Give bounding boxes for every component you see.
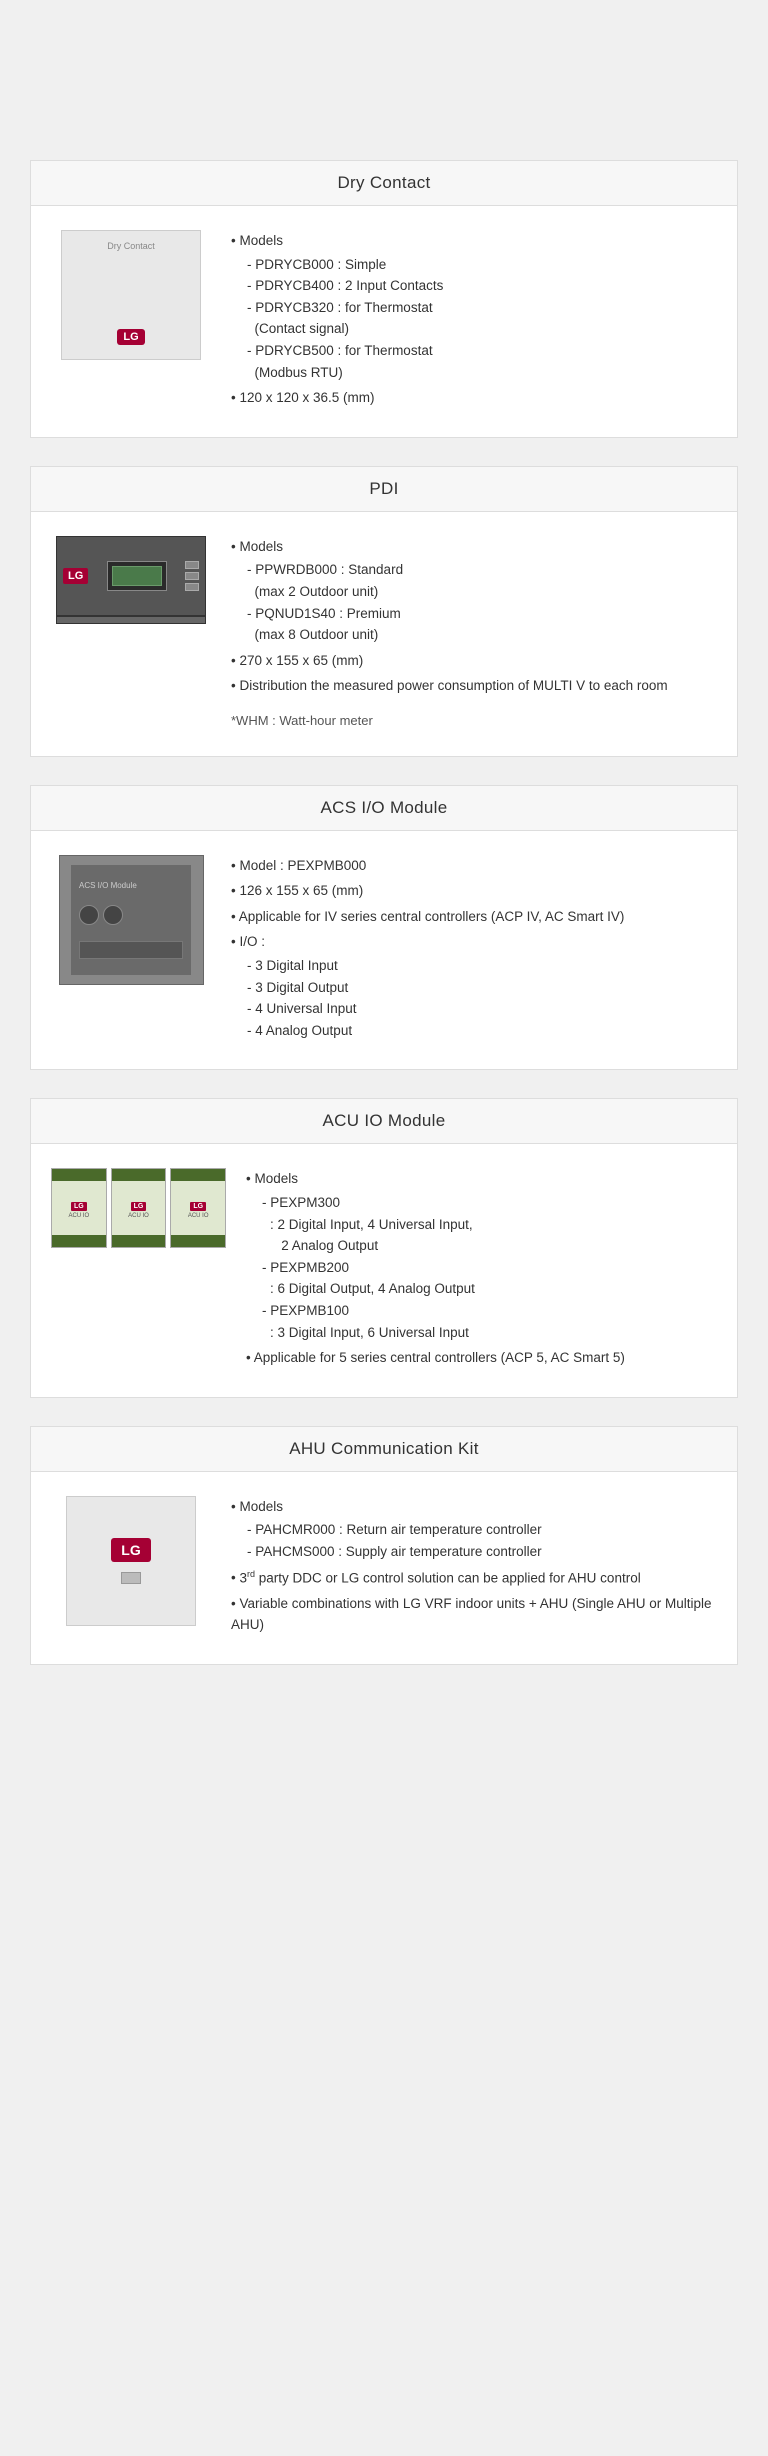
acu-model-2-desc: : 6 Digital Output, 4 Analog Output [262, 1278, 717, 1300]
pdi-btn-2 [185, 572, 199, 580]
acu-io-module-card: ACU IO Module LG ACU IO LG ACU IO [30, 1098, 738, 1397]
acu-top-3 [171, 1169, 225, 1181]
acs-circle-2 [103, 905, 123, 925]
pdi-title-text: PDI [369, 479, 398, 498]
acs-io-content: Model : PEXPMB000 126 x 155 x 65 (mm) Ap… [231, 855, 717, 1046]
ahu-lg-logo: LG [111, 1538, 150, 1562]
acs-io-title: ACS I/O Module [31, 786, 737, 831]
dry-contact-image: LG [51, 230, 211, 413]
acs-io-module-card: ACS I/O Module ACS I/O Module Model : PE… [30, 785, 738, 1071]
dry-contact-title: Dry Contact [31, 161, 737, 206]
dc-model-2: PDRYCB400 : 2 Input Contacts [247, 275, 717, 297]
acu-model-3: PEXPMB100 [262, 1300, 717, 1322]
acs-io-do: 3 Digital Output [247, 977, 717, 999]
acu-model-1-desc: : 2 Digital Input, 4 Universal Input, 2 … [262, 1214, 717, 1257]
pdi-buttons [185, 561, 199, 591]
acs-circles [79, 905, 123, 925]
pdi-btn-1 [185, 561, 199, 569]
acs-inner: ACS I/O Module [71, 865, 191, 975]
dc-model-3: PDRYCB320 : for Thermostat (Contact sign… [247, 297, 717, 340]
acu-bullet-applicable: Applicable for 5 series central controll… [246, 1347, 717, 1369]
pdi-content: Models PPWRDB000 : Standard (max 2 Outdo… [231, 536, 717, 732]
acs-io-di: 3 Digital Input [247, 955, 717, 977]
acu-lg-3: LG [190, 1202, 206, 1211]
pdi-models-label: Models [239, 539, 283, 554]
acu-io-image: LG ACU IO LG ACU IO LG ACU IO [51, 1168, 226, 1372]
ahu-model-1: PAHCMR000 : Return air temperature contr… [247, 1519, 717, 1541]
dry-contact-device-img: LG [61, 230, 201, 360]
pdi-bullet-size: 270 x 155 x 65 (mm) [231, 650, 717, 672]
ahu-bullet-variable: Variable combinations with LG VRF indoor… [231, 1593, 717, 1636]
dry-contact-content: Models PDRYCB000 : Simple PDRYCB400 : 2 … [231, 230, 717, 413]
acu-top-2 [112, 1169, 166, 1181]
ahu-bullet-models: Models PAHCMR000 : Return air temperatur… [231, 1496, 717, 1563]
acu-label-2: ACU IO [128, 1213, 149, 1219]
ahu-comm-kit-card: AHU Communication Kit LG Models PAHCMR00… [30, 1426, 738, 1665]
ahu-comm-kit-title-text: AHU Communication Kit [289, 1439, 479, 1458]
ahu-bullet-ddc: 3rd party DDC or LG control solution can… [231, 1567, 717, 1589]
acu-bottom-1 [52, 1235, 106, 1247]
dc-model-1: PDRYCB000 : Simple [247, 254, 717, 276]
ahu-comm-kit-content: Models PAHCMR000 : Return air temperatur… [231, 1496, 717, 1640]
acs-bullet-model: Model : PEXPMB000 [231, 855, 717, 877]
ahu-model-2: PAHCMS000 : Supply air temperature contr… [247, 1541, 717, 1563]
dc-model-4: PDRYCB500 : for Thermostat (Modbus RTU) [247, 340, 717, 383]
pdi-card: PDI LG [30, 466, 738, 757]
acs-label: ACS I/O Module [79, 881, 137, 890]
pdi-note: *WHM : Watt-hour meter [231, 711, 717, 732]
dc-bullet-size: 120 x 120 x 36.5 (mm) [231, 387, 717, 409]
pdi-model-1: PPWRDB000 : Standard (max 2 Outdoor unit… [247, 559, 717, 602]
acu-device-img: LG ACU IO LG ACU IO LG ACU IO [51, 1168, 226, 1258]
acu-bottom-3 [171, 1235, 225, 1247]
pdi-btn-3 [185, 583, 199, 591]
pdi-title: PDI [31, 467, 737, 512]
pdi-model-2: PQNUD1S40 : Premium (max 8 Outdoor unit) [247, 603, 717, 646]
acu-unit-3: LG ACU IO [170, 1168, 226, 1248]
ahu-comm-kit-image: LG [51, 1496, 211, 1640]
pdi-lg-logo: LG [63, 568, 88, 584]
acu-models-label: Models [254, 1171, 298, 1186]
dc-models-label: Models [239, 233, 283, 248]
acu-lg-1: LG [71, 1202, 87, 1211]
acs-io-ui: 4 Universal Input [247, 998, 717, 1020]
acu-io-title: ACU IO Module [31, 1099, 737, 1144]
pdi-device-img: LG [56, 536, 206, 616]
acs-bullet-applicable: Applicable for IV series central control… [231, 906, 717, 928]
ahu-device-img: LG [66, 1496, 196, 1626]
acs-bullet-size: 126 x 155 x 65 (mm) [231, 880, 717, 902]
acs-bullet-io: I/O : 3 Digital Input 3 Digital Output 4… [231, 931, 717, 1041]
acs-device-img: ACS I/O Module [59, 855, 204, 985]
ahu-models-label: Models [239, 1499, 283, 1514]
acu-unit-1: LG ACU IO [51, 1168, 107, 1248]
dc-bullet-models: Models PDRYCB000 : Simple PDRYCB400 : 2 … [231, 230, 717, 383]
acs-io-image: ACS I/O Module [51, 855, 211, 1046]
acs-bar [79, 941, 183, 959]
pdi-base [56, 616, 206, 624]
pdi-bullet-distribution: Distribution the measured power consumpt… [231, 675, 717, 697]
acs-io-title-text: ACS I/O Module [320, 798, 447, 817]
pdi-image: LG [51, 536, 211, 732]
acu-label-3: ACU IO [188, 1213, 209, 1219]
ahu-port [121, 1572, 141, 1584]
pdi-screen [107, 561, 167, 591]
acu-top-1 [52, 1169, 106, 1181]
acu-io-content: Models PEXPM300 : 2 Digital Input, 4 Uni… [246, 1168, 717, 1372]
acs-io-ao: 4 Analog Output [247, 1020, 717, 1042]
dry-contact-title-text: Dry Contact [337, 173, 430, 192]
acu-model-2: PEXPMB200 [262, 1257, 717, 1279]
acu-unit-2: LG ACU IO [111, 1168, 167, 1248]
acu-io-title-text: ACU IO Module [323, 1111, 446, 1130]
acu-model-1: PEXPM300 [262, 1192, 717, 1214]
acu-lg-2: LG [131, 1202, 147, 1211]
acu-label-1: ACU IO [69, 1213, 90, 1219]
pdi-bullet-models: Models PPWRDB000 : Standard (max 2 Outdo… [231, 536, 717, 646]
dry-contact-card: Dry Contact LG Models PDRYCB000 : Simple… [30, 160, 738, 438]
ahu-comm-kit-title: AHU Communication Kit [31, 1427, 737, 1472]
pdi-screen-inner [112, 566, 162, 586]
acu-bottom-2 [112, 1235, 166, 1247]
acu-model-3-desc: : 3 Digital Input, 6 Universal Input [262, 1322, 717, 1344]
acu-bullet-models: Models PEXPM300 : 2 Digital Input, 4 Uni… [246, 1168, 717, 1343]
lg-logo-dc: LG [117, 329, 144, 345]
acs-circle-1 [79, 905, 99, 925]
